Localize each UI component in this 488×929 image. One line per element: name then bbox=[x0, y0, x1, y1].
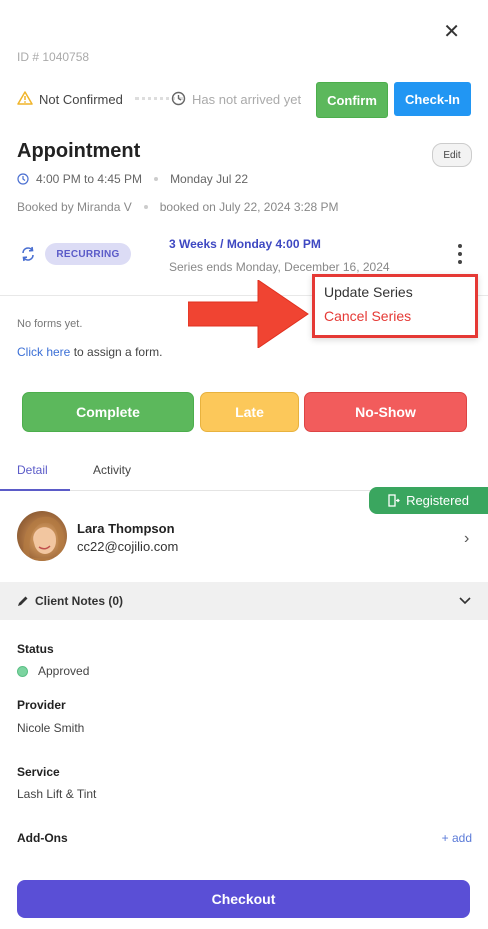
more-options-icon[interactable] bbox=[456, 244, 464, 264]
tab-detail[interactable]: Detail bbox=[17, 463, 48, 477]
appointment-date: Monday Jul 22 bbox=[170, 172, 249, 186]
client-notes-label: Client Notes (0) bbox=[35, 594, 124, 608]
provider-label: Provider bbox=[17, 698, 66, 712]
appointment-id: ID # 1040758 bbox=[17, 50, 90, 64]
booked-on: booked on July 22, 2024 3:28 PM bbox=[159, 200, 339, 214]
no-show-button[interactable]: No-Show bbox=[304, 392, 467, 432]
update-series-menu-item[interactable]: Update Series bbox=[324, 284, 413, 300]
page-title: Appointment bbox=[17, 140, 141, 162]
complete-button[interactable]: Complete bbox=[22, 392, 194, 432]
active-tab-indicator bbox=[0, 489, 70, 491]
status-row: Not Confirmed Has not arrived yet Confir… bbox=[17, 82, 477, 118]
confirmation-status: Not Confirmed bbox=[39, 92, 123, 107]
series-menu: Update Series Cancel Series bbox=[312, 274, 478, 338]
status-dot bbox=[17, 666, 28, 677]
checkout-button[interactable]: Checkout bbox=[17, 880, 470, 918]
tab-activity[interactable]: Activity bbox=[93, 463, 131, 477]
client-name: Lara Thompson bbox=[77, 521, 175, 536]
appointment-time: 4:00 PM to 4:45 PM bbox=[36, 172, 143, 186]
cancel-series-menu-item[interactable]: Cancel Series bbox=[324, 308, 411, 324]
booked-row: Booked by Miranda V booked on July 22, 2… bbox=[17, 200, 339, 214]
pencil-icon bbox=[18, 596, 28, 606]
booked-by: Booked by Miranda V bbox=[17, 200, 132, 214]
late-button[interactable]: Late bbox=[200, 392, 299, 432]
clock-icon bbox=[17, 173, 29, 185]
dot-separator bbox=[154, 177, 159, 181]
door-enter-icon bbox=[388, 494, 400, 507]
client-email: cc22@cojilio.com bbox=[77, 539, 179, 554]
series-end: Series ends Monday, December 16, 2024 bbox=[169, 260, 390, 274]
dot-separator bbox=[143, 205, 148, 209]
time-row: 4:00 PM to 4:45 PM Monday Jul 22 bbox=[17, 172, 248, 186]
client-notes-bar[interactable]: Client Notes (0) bbox=[0, 582, 488, 620]
check-in-button[interactable]: Check-In bbox=[394, 82, 471, 116]
status-label: Status bbox=[17, 642, 54, 656]
assign-form-row: Click here to assign a form. bbox=[17, 345, 162, 359]
assign-form-link[interactable]: Click here bbox=[17, 345, 70, 359]
avatar bbox=[17, 511, 67, 561]
clock-icon bbox=[171, 91, 186, 106]
arrival-status: Has not arrived yet bbox=[192, 92, 302, 107]
warning-icon bbox=[17, 91, 33, 105]
assign-form-suffix: to assign a form. bbox=[70, 345, 163, 359]
registered-badge: Registered bbox=[369, 487, 488, 514]
service-value: Lash Lift & Tint bbox=[17, 787, 97, 801]
add-addon-link[interactable]: + add bbox=[442, 831, 472, 845]
addons-label: Add-Ons bbox=[17, 831, 68, 845]
service-label: Service bbox=[17, 765, 60, 779]
confirm-button[interactable]: Confirm bbox=[316, 82, 388, 118]
registered-label: Registered bbox=[406, 493, 469, 508]
status-value: Approved bbox=[38, 664, 90, 678]
chevron-right-icon[interactable]: › bbox=[464, 530, 469, 548]
provider-value: Nicole Smith bbox=[17, 721, 85, 735]
chevron-down-icon[interactable] bbox=[458, 593, 472, 607]
no-forms-text: No forms yet. bbox=[17, 318, 83, 330]
recurring-icon bbox=[22, 246, 34, 262]
close-icon[interactable]: ✕ bbox=[443, 22, 460, 42]
recurring-badge: RECURRING bbox=[45, 243, 131, 265]
series-schedule: 3 Weeks / Monday 4:00 PM bbox=[169, 237, 321, 251]
red-arrow-annotation bbox=[188, 280, 309, 348]
edit-button[interactable]: Edit bbox=[432, 143, 472, 167]
